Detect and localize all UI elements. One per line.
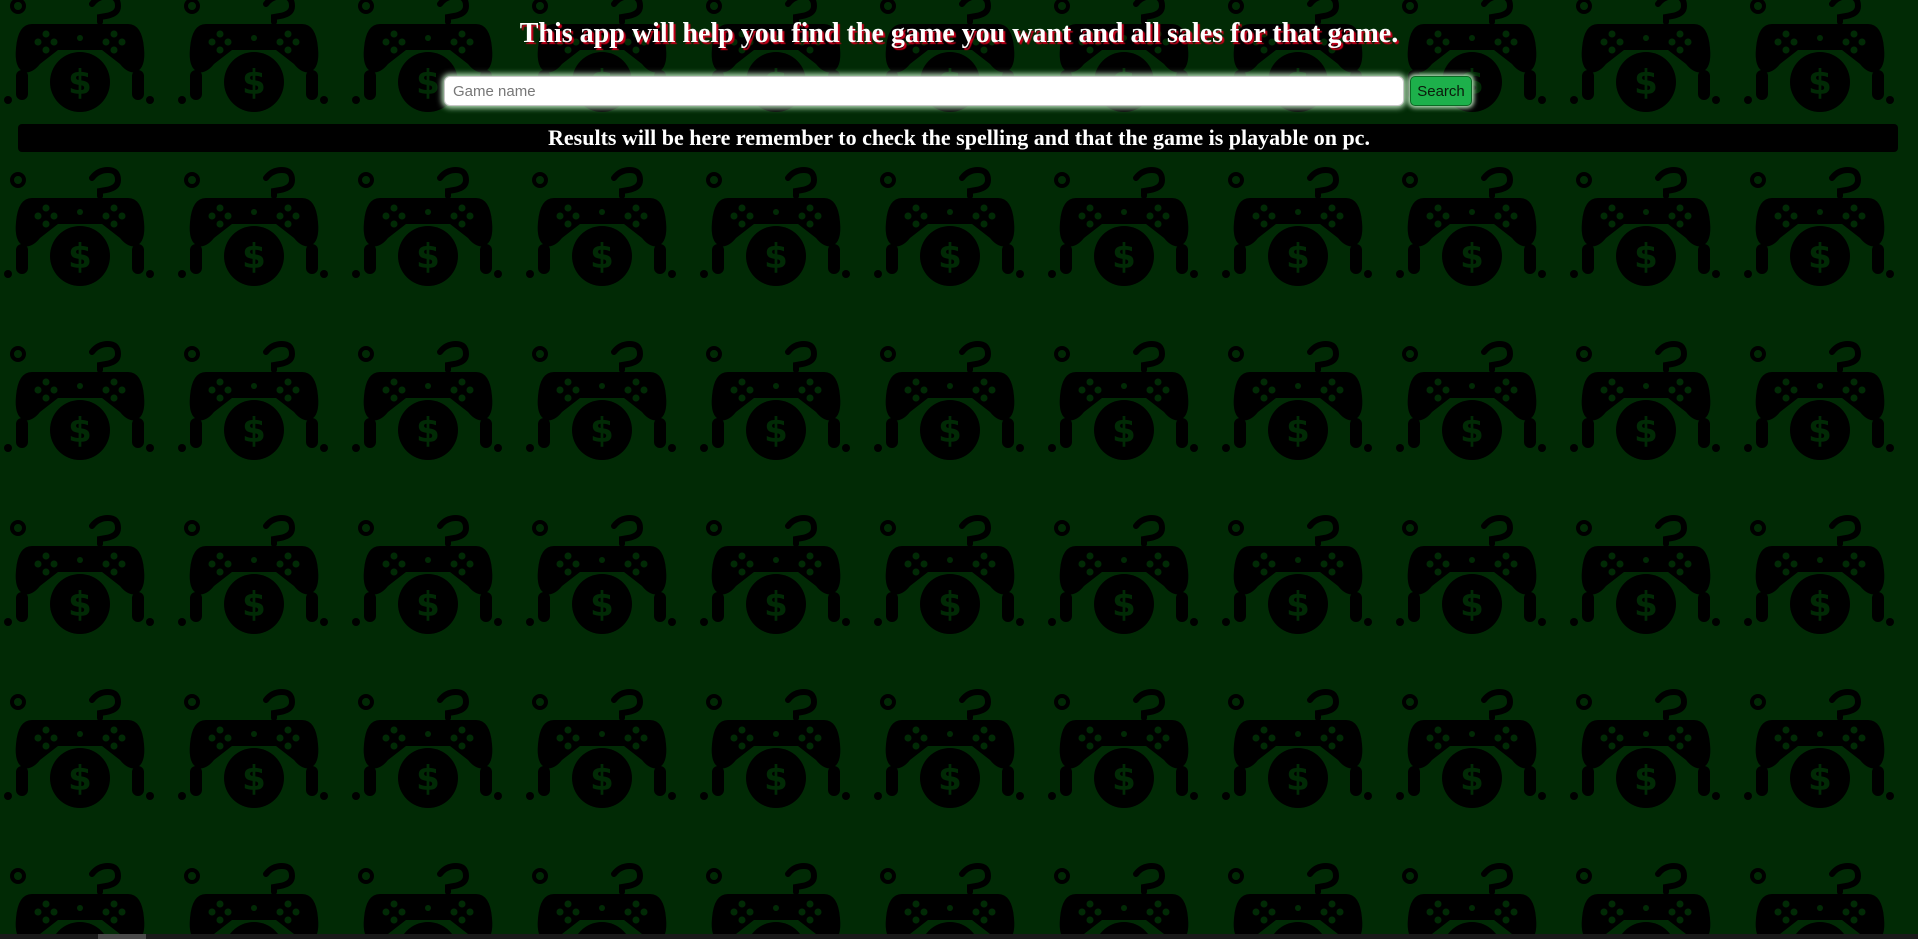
page-title: This app will help you find the game you…	[519, 18, 1399, 49]
search-button[interactable]: Search	[1410, 76, 1472, 106]
scrollbar-thumb[interactable]	[98, 934, 146, 939]
results-message: Results will be here remember to check t…	[548, 125, 1370, 150]
game-name-input[interactable]	[444, 76, 1404, 106]
search-form: Search	[444, 76, 1474, 106]
horizontal-scrollbar[interactable]	[0, 934, 1918, 939]
